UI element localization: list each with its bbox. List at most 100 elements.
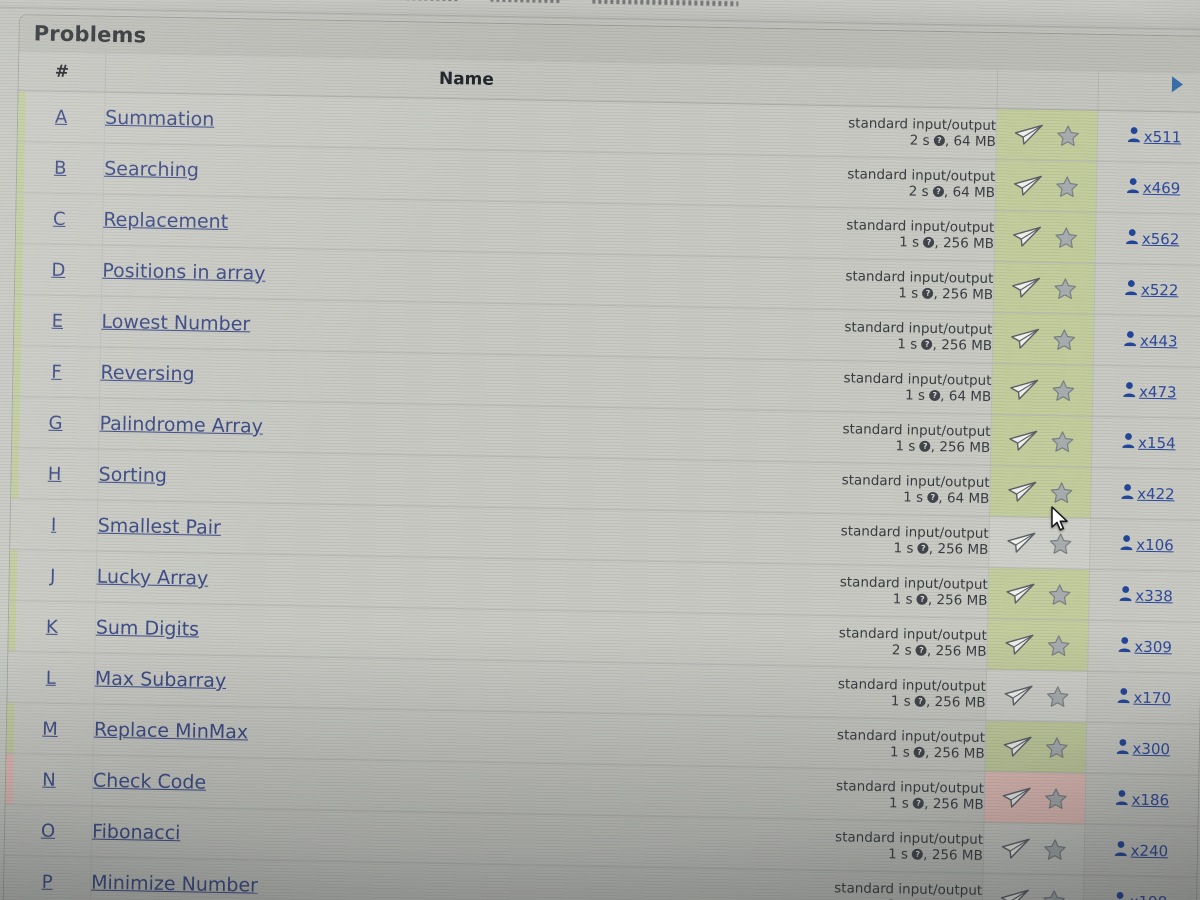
solved-count-link[interactable]: x186 [1131, 790, 1169, 809]
problem-index-link[interactable]: M [42, 718, 58, 739]
star-icon[interactable] [1049, 481, 1073, 504]
solved-count-link[interactable]: x154 [1138, 433, 1176, 452]
question-mark-icon[interactable]: ? [913, 797, 925, 809]
paper-plane-icon[interactable] [1011, 276, 1041, 299]
star-icon[interactable] [1044, 787, 1068, 810]
problem-index-link[interactable]: G [48, 412, 62, 433]
question-mark-icon[interactable]: ? [933, 134, 946, 146]
paper-plane-icon[interactable] [1000, 888, 1030, 900]
problem-name-link[interactable]: Replace MinMax [94, 719, 249, 744]
problem-name-link[interactable]: Smallest Pair [97, 515, 221, 539]
problem-name-link[interactable]: Lucky Array [97, 566, 209, 590]
solved-count-link[interactable]: x300 [1132, 739, 1170, 758]
star-icon[interactable] [1046, 685, 1070, 708]
problem-name-link[interactable]: Max Subarray [95, 668, 227, 692]
problem-name-link[interactable]: Summation [105, 107, 215, 131]
problem-name-link[interactable]: Reversing [100, 362, 194, 386]
paper-plane-icon[interactable] [1001, 837, 1031, 860]
star-icon[interactable] [1051, 379, 1075, 402]
problem-index-link[interactable]: L [46, 667, 56, 688]
star-icon[interactable] [1054, 226, 1078, 249]
problem-index-link[interactable]: N [42, 769, 56, 790]
problem-index-link[interactable]: H [48, 463, 62, 484]
paper-plane-icon[interactable] [1007, 480, 1037, 503]
star-icon[interactable] [1055, 175, 1079, 198]
problem-name-link[interactable]: Palindrome Array [99, 413, 263, 438]
question-mark-icon[interactable]: ? [919, 440, 931, 452]
star-icon[interactable] [1048, 532, 1072, 555]
star-icon[interactable] [1046, 634, 1070, 657]
question-mark-icon[interactable]: ? [921, 338, 933, 350]
paper-plane-icon[interactable] [1006, 531, 1036, 554]
solved-count-link[interactable]: x443 [1140, 331, 1178, 350]
star-icon[interactable] [1052, 328, 1076, 351]
solved-count-link[interactable]: x170 [1133, 688, 1171, 707]
star-icon[interactable] [1053, 277, 1077, 300]
solved-count-link[interactable]: x511 [1144, 128, 1182, 147]
solved-count-link[interactable]: x106 [1136, 535, 1174, 554]
solved-count-link[interactable]: x309 [1134, 637, 1172, 656]
site-nav-links[interactable] [136, 0, 1186, 17]
solved-count-link[interactable]: x469 [1143, 179, 1181, 198]
question-mark-icon[interactable]: ? [932, 185, 945, 197]
nav-link-5[interactable] [592, 0, 739, 6]
problem-name-link[interactable]: Check Code [93, 770, 207, 794]
question-mark-icon[interactable]: ? [915, 644, 928, 656]
problem-name-link[interactable]: Sum Digits [96, 617, 200, 641]
paper-plane-icon[interactable] [1010, 327, 1040, 350]
question-mark-icon[interactable]: ? [914, 746, 926, 758]
question-mark-icon[interactable]: ? [917, 542, 929, 554]
paper-plane-icon[interactable] [1012, 225, 1042, 248]
question-mark-icon[interactable]: ? [923, 236, 935, 248]
paper-plane-icon[interactable] [1013, 174, 1043, 197]
problem-index-link[interactable]: O [41, 820, 56, 841]
problem-index-link[interactable]: I [51, 514, 57, 535]
problem-name-link[interactable]: Lowest Number [101, 311, 250, 336]
solved-count-link[interactable]: x473 [1139, 382, 1177, 401]
problem-index-link[interactable]: F [51, 361, 62, 382]
question-mark-icon[interactable]: ? [914, 695, 927, 707]
paper-plane-icon[interactable] [1003, 735, 1033, 758]
problem-index-link[interactable]: P [42, 871, 53, 892]
problem-index-link[interactable]: B [54, 157, 67, 178]
paper-plane-icon[interactable] [1004, 633, 1034, 656]
question-mark-icon[interactable]: ? [927, 491, 939, 503]
solved-count-link[interactable]: x522 [1141, 280, 1179, 299]
column-header-index[interactable]: # [18, 51, 106, 93]
nav-link-4[interactable] [490, 0, 563, 3]
paper-plane-icon[interactable] [1008, 429, 1038, 452]
problem-index-link[interactable]: K [46, 616, 58, 637]
solved-count-link[interactable]: x562 [1142, 229, 1180, 248]
paper-plane-icon[interactable] [1009, 378, 1039, 401]
solved-count-link[interactable]: x422 [1137, 484, 1175, 503]
problem-name-link[interactable]: Searching [104, 158, 199, 182]
triangle-right-icon[interactable] [1171, 76, 1184, 93]
paper-plane-icon[interactable] [1004, 684, 1034, 707]
problem-index-link[interactable]: C [53, 208, 66, 229]
star-icon[interactable] [1047, 583, 1071, 606]
star-icon[interactable] [1056, 124, 1080, 147]
paper-plane-icon[interactable] [1014, 123, 1044, 146]
star-icon[interactable] [1050, 430, 1074, 453]
star-icon[interactable] [1043, 838, 1067, 861]
problem-index-link[interactable]: E [52, 310, 64, 331]
problem-index-link[interactable]: A [55, 106, 68, 127]
solved-count-link[interactable]: x198 [1130, 892, 1168, 900]
solved-count-link[interactable]: x240 [1130, 841, 1168, 860]
question-mark-icon[interactable]: ? [912, 848, 924, 860]
problem-name-link[interactable]: Fibonacci [92, 821, 181, 845]
problem-name-link[interactable]: Positions in array [102, 260, 265, 285]
problem-index-link[interactable]: J [50, 565, 56, 586]
star-icon[interactable] [1042, 889, 1066, 900]
problem-name-link[interactable]: Minimize Number [91, 872, 258, 897]
question-mark-icon[interactable]: ? [929, 389, 941, 401]
question-mark-icon[interactable]: ? [922, 287, 934, 299]
solved-count-link[interactable]: x338 [1135, 586, 1173, 605]
problem-name-link[interactable]: Sorting [98, 464, 167, 487]
nav-link-3[interactable] [406, 0, 461, 1]
paper-plane-icon[interactable] [1002, 786, 1032, 809]
paper-plane-icon[interactable] [1005, 582, 1035, 605]
star-icon[interactable] [1045, 736, 1069, 759]
problem-index-link[interactable]: D [51, 259, 65, 280]
problem-name-link[interactable]: Replacement [103, 209, 228, 233]
